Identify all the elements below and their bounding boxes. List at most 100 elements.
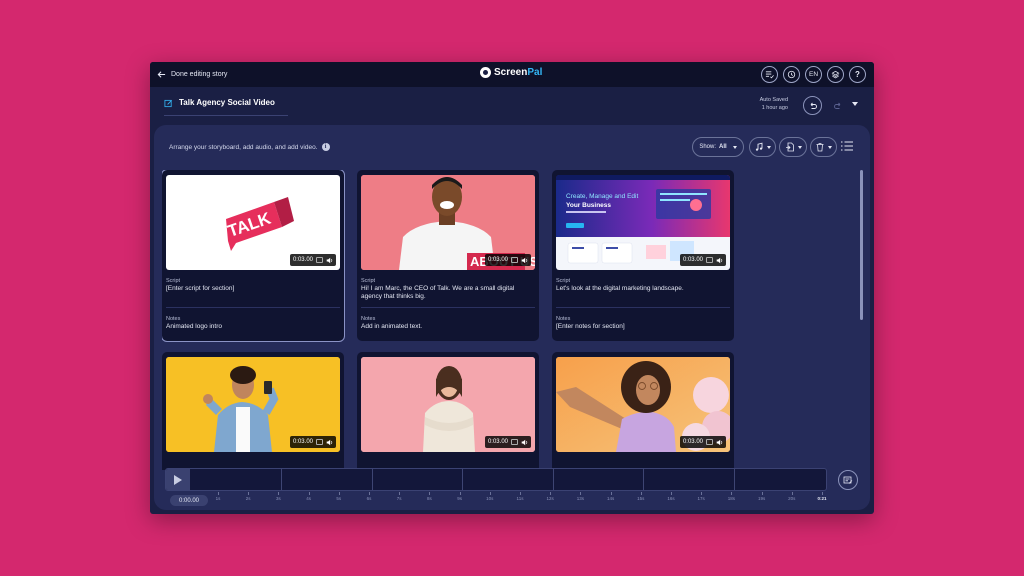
duration-badge: 0:03.00	[289, 254, 336, 266]
website-subheadline: Your Business	[566, 202, 611, 209]
volume-icon	[521, 439, 528, 445]
more-dropdown-icon[interactable]	[852, 102, 858, 106]
storyboard-card[interactable]: TALK 0:03.00 Script [Enter script for se…	[162, 170, 345, 342]
timeline-track[interactable]	[165, 468, 827, 491]
timeline-edit-button[interactable]	[838, 470, 858, 490]
notes-text[interactable]: Add in animated text.	[361, 323, 533, 331]
storyboard-grid: TALK 0:03.00 Script [Enter script for se…	[162, 170, 854, 470]
timeline-tick	[701, 492, 703, 495]
play-button[interactable]	[166, 469, 190, 490]
volume-icon	[716, 257, 723, 263]
duration-label: 0:03.00	[292, 439, 313, 445]
timeline-tick	[459, 492, 461, 495]
duration-badge: 0:03.00	[484, 436, 531, 448]
story-title-field[interactable]: Talk Agency Social Video	[164, 98, 288, 116]
duration-label: 0:03.00	[682, 257, 703, 263]
script-list-button[interactable]	[761, 66, 778, 83]
delete-button[interactable]	[810, 137, 837, 157]
duration-label: 0:03.00	[487, 439, 508, 445]
storyboard-card[interactable]: 0:03.00	[552, 352, 734, 470]
timeline-tick	[610, 492, 612, 495]
chevron-down-icon	[828, 145, 832, 149]
storyboard-card[interactable]: 0:03.00	[357, 352, 539, 470]
arrow-left-icon	[157, 71, 166, 78]
thumbnail-website[interactable]: Create, Manage and Edit Your Business 0:…	[556, 175, 730, 270]
notes-text[interactable]: [Enter notes for section]	[556, 323, 728, 331]
captions-icon	[511, 257, 518, 263]
show-value: All	[719, 144, 727, 150]
story-title: Talk Agency Social Video	[179, 98, 275, 107]
autosave-label: Auto Saved	[759, 97, 788, 103]
thumbnail-man-yellow[interactable]: 0:03.00	[166, 357, 340, 452]
help-button[interactable]: ?	[849, 66, 866, 83]
script-text[interactable]: Let's look at the digital marketing land…	[556, 285, 728, 293]
timeline-tick-label: 14s	[606, 496, 615, 501]
chevron-down-icon	[767, 145, 771, 149]
timeline-section-divider	[553, 469, 554, 490]
timeline-section-divider	[281, 469, 282, 490]
script-label: Script	[361, 278, 376, 284]
undo-button[interactable]	[803, 96, 822, 115]
volume-icon	[326, 257, 333, 263]
undo-icon	[810, 102, 817, 109]
timeline-tick	[791, 492, 793, 495]
timeline-tick-label: 6s	[366, 496, 372, 501]
storyboard-card[interactable]: Create, Manage and Edit Your Business 0:…	[552, 170, 734, 341]
script-text[interactable]: [Enter script for section]	[166, 285, 338, 293]
brand-name-part1: Screen	[494, 67, 528, 78]
history-button[interactable]	[783, 66, 800, 83]
autosave-time: 1 hour ago	[761, 104, 788, 111]
storyboard-scrollbar[interactable]	[860, 170, 863, 320]
info-icon[interactable]: i	[321, 143, 330, 151]
volume-icon	[521, 257, 528, 263]
story-header: Talk Agency Social Video Auto Saved 1 ho…	[150, 87, 874, 125]
timeline-tick-label: 3s	[276, 496, 281, 501]
list-view-icon[interactable]	[840, 140, 854, 152]
timeline-tick-label: 7s	[396, 496, 402, 501]
duration-badge: 0:03.00	[679, 254, 726, 266]
show-filter-dropdown[interactable]: Show: All	[692, 137, 744, 157]
top-bar: Done editing story Screen Pal EN ?	[150, 62, 874, 87]
timeline-section-divider	[734, 469, 735, 490]
current-time: 0:00.00	[170, 495, 208, 506]
captions-icon	[511, 439, 518, 445]
timeline-tick	[248, 492, 250, 495]
script-text[interactable]: Hi! I am Marc, the CEO of Talk. We are a…	[361, 285, 533, 301]
timeline-tick-label: 2s	[245, 496, 251, 501]
duration-label: 0:03.00	[487, 257, 508, 263]
thumbnail-woman-pink[interactable]: 0:03.00	[361, 357, 535, 452]
chevron-down-icon	[732, 145, 737, 149]
add-audio-button[interactable]	[749, 137, 776, 157]
storyboard-card[interactable]: 0:03.00	[162, 352, 344, 470]
timeline-tick-label: 8s	[427, 496, 432, 501]
timeline-tick	[338, 492, 340, 495]
notes-label: Notes	[166, 316, 181, 322]
card-divider	[166, 307, 340, 308]
duration-label: 0:03.00	[292, 257, 313, 263]
thumbnail-woman-orange[interactable]: 0:03.00	[556, 357, 730, 452]
timeline-tick-label: 1s	[215, 496, 221, 501]
instruction-label: Arrange your storyboard, add audio, and …	[169, 143, 318, 151]
redo-button[interactable]	[828, 96, 847, 115]
duration-badge: 0:03.00	[484, 254, 531, 266]
thumbnail-talk-logo[interactable]: TALK 0:03.00	[166, 175, 340, 270]
top-icons: EN ?	[761, 66, 866, 83]
card-divider	[556, 307, 730, 308]
import-button[interactable]	[779, 137, 807, 157]
redo-icon	[833, 102, 840, 109]
duration-badge: 0:03.00	[289, 436, 336, 448]
script-label: Script	[166, 278, 181, 284]
edit-icon	[164, 99, 172, 108]
notes-text[interactable]: Animated logo intro	[166, 323, 338, 331]
done-editing-button[interactable]: Done editing story	[157, 68, 227, 81]
edit-timeline-icon	[843, 476, 853, 484]
instruction-text: Arrange your storyboard, add audio, and …	[169, 143, 330, 151]
timeline-tick	[429, 492, 431, 495]
storyboard-card[interactable]: ABOUT US 0:03.00 Script Hi! I am Marc, t…	[357, 170, 539, 341]
timeline-tick-label: 19s	[757, 496, 766, 501]
layers-button[interactable]	[827, 66, 844, 83]
thumbnail-man-pink[interactable]: ABOUT US 0:03.00	[361, 175, 535, 270]
done-editing-label: Done editing story	[171, 71, 228, 78]
autosave-status: Auto Saved 1 hour ago	[740, 97, 788, 112]
language-button[interactable]: EN	[805, 66, 822, 83]
